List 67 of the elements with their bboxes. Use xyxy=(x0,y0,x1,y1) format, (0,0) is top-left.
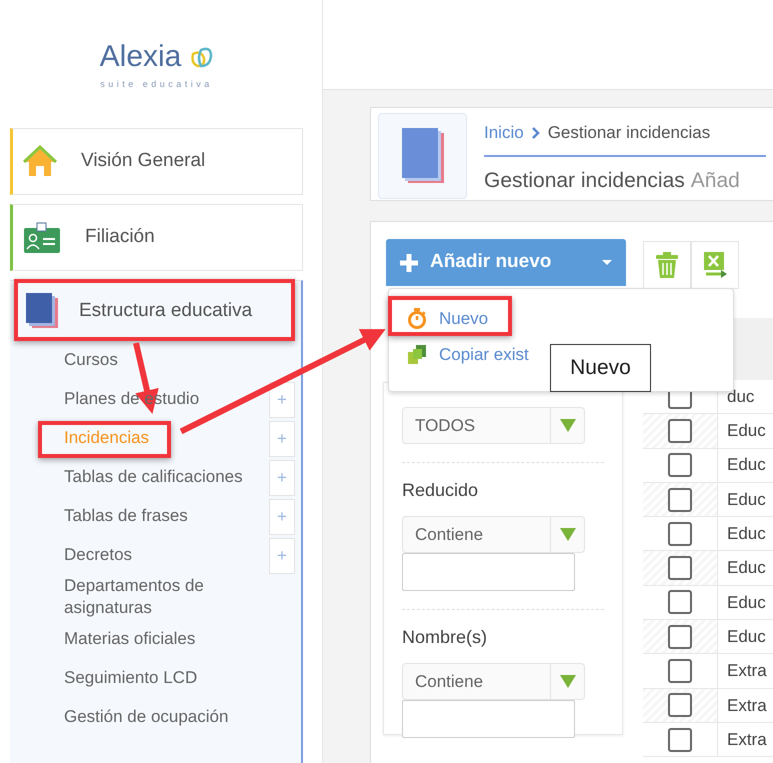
sidebar-item[interactable]: Filiación xyxy=(10,204,303,271)
add-new-button[interactable]: Añadir nuevo xyxy=(386,239,626,286)
book-icon xyxy=(402,128,444,184)
table-cell-text: duc xyxy=(726,386,754,408)
table-cell-text: Educ xyxy=(726,488,766,511)
trash-icon xyxy=(656,252,678,278)
triangle-down-icon xyxy=(560,675,576,688)
logo-icon xyxy=(189,46,214,68)
select-dropdown[interactable]: TODOS xyxy=(402,407,585,444)
breadcrumb-link[interactable]: Inicio xyxy=(484,120,524,146)
submenu-link[interactable]: Cursos xyxy=(64,349,118,372)
menu-item[interactable]: Copiar exist xyxy=(389,336,547,372)
select-dropdown[interactable]: Contiene xyxy=(402,516,585,553)
submenu-link[interactable]: Tablas de calificaciones xyxy=(64,466,243,489)
filter-label: Reducido xyxy=(402,479,480,502)
sidebar-item-label: Estructura educativa xyxy=(79,298,252,323)
sidebar-item[interactable]: Visión General xyxy=(10,128,303,195)
checkbox[interactable] xyxy=(668,488,692,512)
checkbox[interactable] xyxy=(668,728,692,752)
checkbox[interactable] xyxy=(668,453,692,478)
submenu-link[interactable]: Seguimiento LCD xyxy=(64,666,198,689)
text-input[interactable] xyxy=(402,553,575,591)
table-cell-text: Educ xyxy=(726,523,766,546)
sidebar-item[interactable]: Estructura educativa xyxy=(10,281,301,341)
table-cell-text: Extra xyxy=(726,660,767,682)
tooltip: Nuevo xyxy=(550,344,651,392)
submenu-link[interactable]: Gestión de ocupación xyxy=(64,706,228,728)
checkbox[interactable] xyxy=(668,624,692,649)
text-input[interactable] xyxy=(402,700,575,738)
sidebar-item-label: Visión General xyxy=(81,149,206,174)
table-cell-text: Educ xyxy=(726,626,766,648)
spreadsheet-export-icon xyxy=(702,251,728,279)
filter-label: Nombre(s) xyxy=(402,626,488,649)
plus-icon xyxy=(400,254,418,272)
table-cell-text: Educ xyxy=(726,592,766,614)
page-subtitle: Añad xyxy=(690,168,740,192)
table-cell-text: Educ xyxy=(726,420,766,442)
triangle-down-icon xyxy=(560,419,576,432)
page-title: Gestionar incidencias xyxy=(484,168,685,192)
book-icon xyxy=(26,293,59,329)
table-cell-text: Educ xyxy=(726,454,766,476)
submenu-link[interactable]: Tablas de frases xyxy=(64,505,188,528)
sidebar-item-label: Filiación xyxy=(85,225,155,250)
caret-icon xyxy=(602,260,612,265)
menu-item[interactable]: Nuevo xyxy=(389,301,506,336)
submenu-link[interactable]: Materias oficiales xyxy=(64,628,196,650)
checkbox[interactable] xyxy=(668,693,692,718)
checkbox[interactable] xyxy=(668,522,692,546)
chevron-right-icon xyxy=(532,126,540,139)
id-card-icon xyxy=(23,222,61,254)
table-cell-text: Extra xyxy=(726,728,767,751)
house-icon xyxy=(23,145,57,178)
stopwatch-icon xyxy=(407,308,427,330)
select-dropdown[interactable]: Contiene xyxy=(402,663,585,700)
breadcrumb-current: Gestionar incidencias xyxy=(548,122,710,144)
triangle-down-icon xyxy=(560,528,576,541)
checkbox[interactable] xyxy=(668,659,692,684)
logo-wordmark: Alexia xyxy=(100,42,182,72)
submenu-link[interactable]: Departamentos de asignaturas xyxy=(64,575,284,620)
checkbox[interactable] xyxy=(668,418,692,443)
table-cell-text: Extra xyxy=(726,694,767,717)
copy-icon xyxy=(407,344,427,365)
checkbox[interactable] xyxy=(668,556,692,580)
submenu-link[interactable]: Decretos xyxy=(64,544,132,567)
checkbox[interactable] xyxy=(668,590,692,614)
table-cell-text: Educ xyxy=(726,557,766,580)
logo-tagline: suite educativa xyxy=(100,78,213,91)
